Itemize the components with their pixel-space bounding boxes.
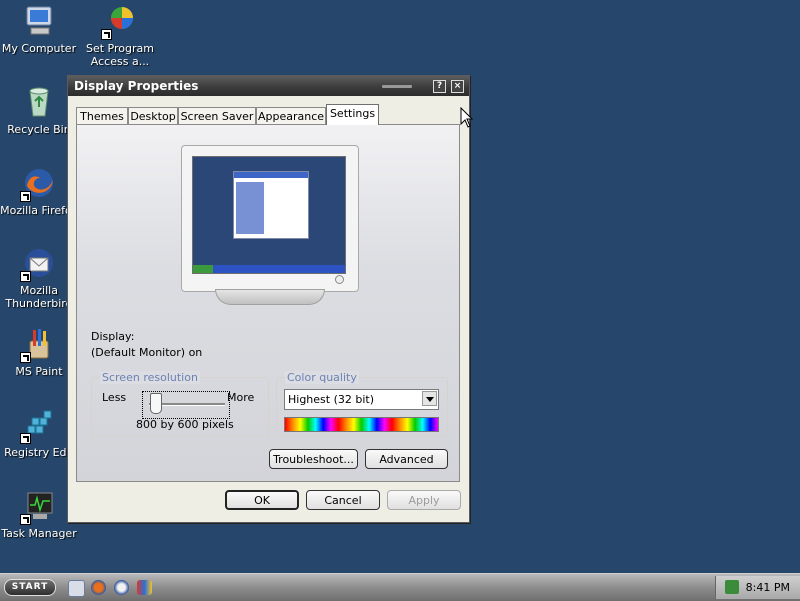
thunderbird-icon	[20, 246, 56, 282]
shortcut-arrow-icon	[20, 191, 31, 202]
mouse-cursor-icon	[460, 107, 474, 128]
tab-appearance[interactable]: Appearance	[256, 107, 326, 125]
recycle-bin-icon	[22, 85, 56, 119]
shortcut-arrow-icon	[20, 271, 31, 282]
registry-editor-icon	[20, 408, 56, 444]
tab-desktop[interactable]: Desktop	[128, 107, 178, 125]
cancel-button[interactable]: Cancel	[306, 490, 380, 510]
slider-more-label: More	[227, 391, 255, 404]
tray-network-icon[interactable]	[725, 580, 739, 594]
window-title: Display Properties	[74, 79, 199, 93]
thunderbird-icon[interactable]	[114, 580, 129, 595]
color-quality-group: Color quality Highest (32 bit)	[276, 371, 448, 437]
monitor-stand	[215, 289, 325, 305]
display-value: (Default Monitor) on	[91, 346, 203, 359]
color-quality-select[interactable]: Highest (32 bit)	[284, 389, 439, 410]
desktop-icon-set-program-access[interactable]: Set Program Access a...	[81, 4, 159, 68]
screen-resolution-group: Screen resolution Less More 800 by 600 p…	[91, 371, 269, 437]
screen-resolution-legend: Screen resolution	[100, 371, 200, 384]
apply-button[interactable]: Apply	[387, 490, 461, 510]
color-spectrum-bar	[284, 417, 439, 432]
settings-panel: Display: (Default Monitor) on Screen res…	[76, 124, 460, 482]
taskbar: START 8:41 PM	[0, 573, 800, 601]
tab-screen-saver[interactable]: Screen Saver	[178, 107, 256, 125]
clock[interactable]: 8:41 PM	[746, 581, 790, 594]
desktop-icon-label: Set Program Access a...	[86, 42, 154, 68]
color-quality-legend: Color quality	[285, 371, 359, 384]
help-button[interactable]: ?	[433, 80, 446, 93]
desktop-icon-my-computer[interactable]: My Computer	[0, 4, 78, 55]
monitor-power-led-icon	[335, 275, 344, 284]
tab-settings[interactable]: Settings	[326, 104, 379, 125]
resolution-value: 800 by 600 pixels	[136, 418, 234, 431]
chevron-down-icon[interactable]	[422, 391, 437, 406]
paint-icon[interactable]	[137, 580, 152, 595]
desktop-icon-label: Mozilla Thunderbird	[5, 284, 73, 310]
start-button[interactable]: START	[4, 579, 56, 596]
shortcut-arrow-icon	[20, 433, 31, 444]
shortcut-arrow-icon	[20, 514, 31, 525]
paint-icon	[20, 327, 56, 363]
system-tray: 8:41 PM	[715, 576, 800, 599]
slider-less-label: Less	[102, 391, 127, 404]
preview-start-button	[193, 265, 213, 273]
color-quality-value: Highest (32 bit)	[288, 393, 375, 406]
show-desktop-icon[interactable]	[68, 580, 85, 597]
set-program-access-icon	[101, 4, 137, 40]
task-manager-icon	[20, 489, 56, 525]
resolution-slider-thumb[interactable]	[150, 393, 162, 414]
advanced-button[interactable]: Advanced	[365, 449, 448, 469]
shortcut-arrow-icon	[20, 352, 31, 363]
close-button[interactable]: ×	[451, 80, 464, 93]
preview-taskbar	[193, 265, 345, 273]
desktop-icon-label: Task Manager	[1, 527, 77, 540]
desktop-icon-label: My Computer	[1, 42, 77, 55]
tab-themes[interactable]: Themes	[76, 107, 128, 125]
firefox-icon	[20, 166, 56, 202]
ok-button[interactable]: OK	[225, 490, 299, 510]
monitor-preview	[181, 145, 359, 292]
preview-window-thumbnail	[233, 171, 309, 239]
troubleshoot-button[interactable]: Troubleshoot...	[269, 449, 358, 469]
display-properties-window: Display Properties ? × Themes Desktop Sc…	[67, 75, 470, 523]
title-bar[interactable]: Display Properties ? ×	[68, 76, 469, 96]
monitor-preview-screen	[192, 156, 346, 274]
shortcut-arrow-icon	[101, 29, 112, 40]
my-computer-icon	[22, 4, 56, 38]
display-label: Display:	[91, 330, 135, 343]
title-bar-grip	[382, 85, 412, 88]
firefox-icon[interactable]	[91, 580, 106, 595]
